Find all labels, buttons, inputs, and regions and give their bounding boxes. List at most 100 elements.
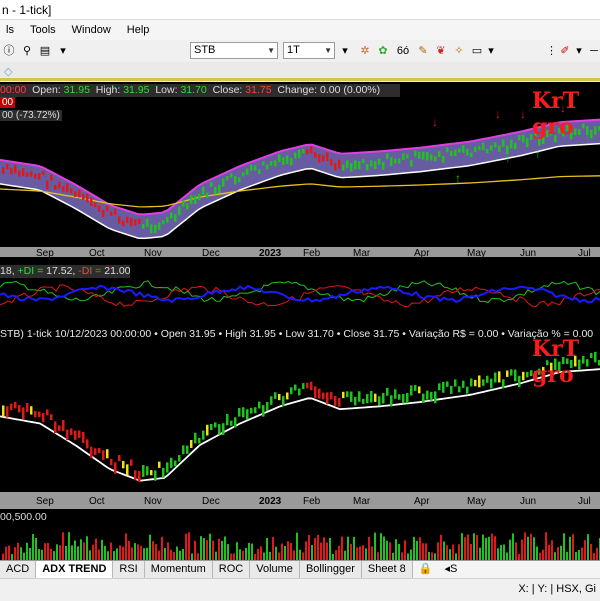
candle <box>10 403 13 411</box>
volume-bar <box>86 536 88 560</box>
volume-bar <box>584 540 586 560</box>
sell-arrow-icon: ↓ <box>520 107 526 121</box>
volume-bar <box>482 534 484 560</box>
date-tick: Dec <box>202 248 220 259</box>
tab-momentum[interactable]: Momentum <box>144 561 213 579</box>
candle <box>50 414 53 421</box>
candle <box>90 197 93 206</box>
candle <box>106 206 109 212</box>
candle <box>314 386 317 398</box>
candle <box>270 161 273 166</box>
volume-bar <box>551 540 553 560</box>
candle <box>38 411 41 418</box>
volume-bar <box>323 537 325 560</box>
tab-volume[interactable]: Volume <box>250 561 300 579</box>
volume-bar <box>116 548 118 560</box>
lock-icon[interactable]: 🔒 <box>412 561 439 579</box>
candle <box>522 134 525 143</box>
volume-bar <box>344 550 346 560</box>
volume-bar <box>443 541 445 560</box>
candle <box>22 168 25 177</box>
candle <box>238 408 241 417</box>
chevron-down-icon[interactable]: ▾ <box>574 43 584 59</box>
info-icon[interactable]: ⓘ <box>2 43 16 59</box>
tab-sheet-8[interactable]: Sheet 8 <box>361 561 413 579</box>
candle <box>498 145 501 152</box>
volume-bar <box>392 552 394 560</box>
candle <box>50 174 53 181</box>
volume-bar <box>317 534 319 560</box>
tab-adx-trend[interactable]: ADX TREND <box>36 561 114 579</box>
volume-bar <box>50 548 52 560</box>
volume-bar <box>581 547 583 560</box>
chart-canvas[interactable]: ↓↓ ↓ ↓↑↑ ↑↑ Sep Oct Nov Dec 2023 Feb Mar Ap… <box>0 82 600 560</box>
candle <box>166 216 169 223</box>
volume-bar <box>434 553 436 560</box>
volume-bar <box>476 534 478 560</box>
candle <box>26 403 29 412</box>
menu-item-help[interactable]: Help <box>127 24 150 36</box>
candle <box>110 458 113 466</box>
line-tool-icon[interactable]: ─ <box>588 43 600 59</box>
document-icon[interactable]: ▭ <box>470 43 484 59</box>
gear-icon[interactable]: ✲ <box>358 43 372 59</box>
candle <box>126 464 129 476</box>
candle <box>158 222 161 230</box>
tab-rsi[interactable]: RSI <box>113 561 145 579</box>
volume-bar <box>206 540 208 560</box>
chevron-down-icon[interactable]: ▾ <box>56 43 70 59</box>
toolbar-overflow-icon[interactable]: ▾ <box>340 43 350 59</box>
volume-bar <box>29 548 31 560</box>
candle <box>438 150 441 158</box>
wand-icon[interactable]: ✧ <box>452 43 466 59</box>
chart-icon[interactable]: ▤ <box>38 43 52 59</box>
candle <box>510 139 513 149</box>
pen-color-icon[interactable]: ✐ <box>558 43 572 59</box>
price-change-label: 00 (-73.72%) <box>0 110 62 121</box>
menu-item-window[interactable]: Window <box>72 24 111 36</box>
binoculars-icon[interactable]: ⚲ <box>20 43 34 59</box>
menu-item-tools-prev[interactable]: ls <box>6 24 14 36</box>
candle <box>102 209 105 218</box>
volume-bar <box>224 536 226 560</box>
candle <box>230 173 233 178</box>
chart-area[interactable]: ↓ ↓ ↓ ↓ ↑ ↑ ↑ ↑ Sep Oct Nov Dec 2023 Feb Mar Ap… <box>0 82 600 560</box>
candle <box>118 216 121 224</box>
draw-icon[interactable]: ✎ <box>416 43 430 59</box>
volume-bar <box>269 551 271 560</box>
volume-bar <box>83 542 85 560</box>
indicator-icon[interactable]: ✿ <box>376 43 390 59</box>
candle <box>414 150 417 157</box>
tab-bollingger[interactable]: Bollingger <box>299 561 362 579</box>
volume-bar <box>590 543 592 560</box>
volume-bar <box>113 551 115 560</box>
candle <box>290 387 293 395</box>
sheet-nav-icon[interactable]: ◂S <box>438 561 464 579</box>
candle <box>282 157 285 166</box>
candle <box>74 430 77 440</box>
candle <box>210 424 213 431</box>
candle <box>46 180 49 190</box>
date-tick: Nov <box>144 496 162 507</box>
sell-arrow-icon: ↓ <box>432 115 438 129</box>
candle <box>334 162 337 171</box>
oscillator-icon[interactable]: 6ó <box>394 43 412 59</box>
cherry-icon[interactable]: ❦ <box>434 43 448 59</box>
tab-roc[interactable]: ROC <box>212 561 251 579</box>
menu-item-tools[interactable]: Tools <box>30 24 56 36</box>
diamond-icon[interactable]: ◇ <box>4 65 12 78</box>
candle <box>434 391 437 404</box>
interval-select[interactable]: 1T ▼ <box>283 42 335 59</box>
volume-bar <box>47 542 49 560</box>
candle <box>258 169 261 175</box>
volume-bar <box>80 539 82 560</box>
candle <box>526 371 529 378</box>
volume-bar <box>272 536 274 560</box>
volume-bar <box>17 542 19 560</box>
candle <box>246 168 249 176</box>
volume-bar <box>500 545 502 560</box>
symbol-select[interactable]: STB ▼ <box>190 42 278 59</box>
tab-acd[interactable]: ACD <box>0 561 37 579</box>
volume-bar <box>266 537 268 560</box>
toolbar-overflow-icon[interactable]: ▾ <box>486 43 496 59</box>
